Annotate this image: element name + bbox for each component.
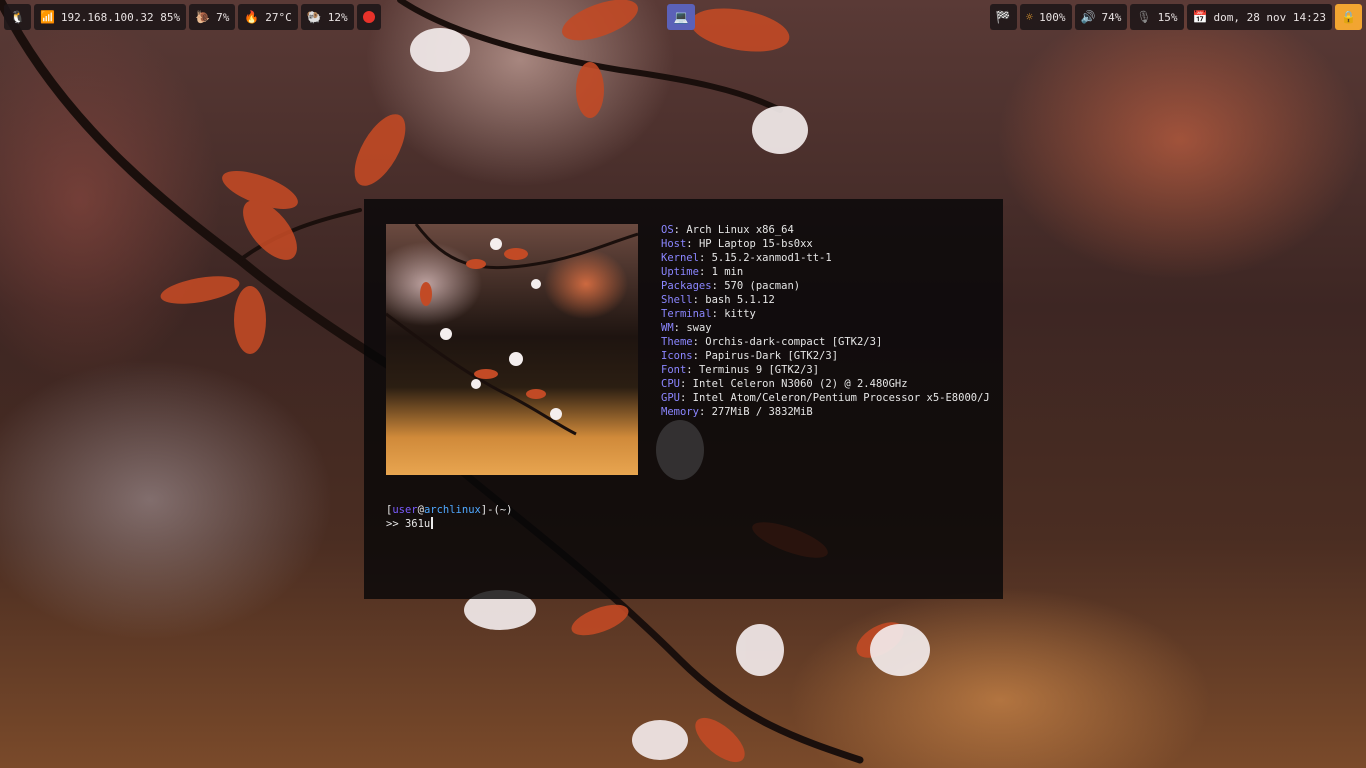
network-label: 192.168.100.32 85% <box>60 10 181 24</box>
text-cursor <box>431 517 434 529</box>
cpu-label: 7% <box>216 10 230 24</box>
cpu-icon: 🐌 <box>195 10 211 24</box>
blossom-thumbnail <box>386 224 638 436</box>
workspaces: 💻 <box>667 4 695 30</box>
sun-icon: ☼ <box>1025 10 1034 24</box>
prompt-user: user <box>392 504 418 516</box>
launcher-button[interactable]: 🐧 <box>4 4 31 30</box>
record-icon <box>362 11 375 23</box>
lock-icon: 🔒 <box>1341 10 1356 24</box>
info-font: Font: Terminus 9 [GTK2/3] <box>661 364 820 376</box>
command-input[interactable]: 361u <box>405 518 430 530</box>
top-bar-right: 🏁 ☼ 100% 🔊 74% 🎙 15% 📅 dom, 28 nov 14:23… <box>989 4 1362 30</box>
clock-label: dom, 28 nov 14:23 <box>1213 10 1327 24</box>
microphone-module[interactable]: 🎙 15% <box>1130 4 1184 30</box>
memory-label: 12% <box>327 10 348 24</box>
wifi-icon: 📶 <box>39 10 55 24</box>
memory-module[interactable]: 🐏 12% <box>300 4 354 30</box>
prompt-line: [user@archlinux]-(~) <box>386 504 513 516</box>
cpu-module[interactable]: 🐌 7% <box>189 4 236 30</box>
microphone-icon: 🎙 <box>1136 10 1152 24</box>
calendar-icon: 📅 <box>1192 10 1208 24</box>
info-terminal: Terminal: kitty <box>661 308 756 320</box>
info-memory: Memory: 277MiB / 3832MiB <box>661 406 813 418</box>
info-host: Host: HP Laptop 15-bs0xx <box>661 238 813 250</box>
clock-module[interactable]: 📅 dom, 28 nov 14:23 <box>1186 4 1333 30</box>
shell-prompt[interactable]: [user@archlinux]-(~) >> 361u <box>386 503 512 531</box>
volume-label: 74% <box>1101 10 1122 24</box>
flame-icon: 🔥 <box>244 10 260 24</box>
top-bar-left: 🐧 📶 192.168.100.32 85% 🐌 7% 🔥 27°C 🐏 12% <box>4 4 381 30</box>
network-module[interactable]: 📶 192.168.100.32 85% <box>33 4 187 30</box>
info-wm: WM: sway <box>661 322 712 334</box>
flag-icon: 🏁 <box>995 10 1011 24</box>
info-theme: Theme: Orchis-dark-compact [GTK2/3] <box>661 336 883 348</box>
laptop-icon: 💻 <box>673 10 689 24</box>
memory-icon: 🐏 <box>306 10 322 24</box>
terminal-window[interactable]: OS: Arch Linux x86_64 Host: HP Laptop 15… <box>364 199 1003 599</box>
system-info: OS: Arch Linux x86_64 Host: HP Laptop 15… <box>661 223 990 419</box>
info-shell: Shell: bash 5.1.12 <box>661 294 775 306</box>
brightness-label: 100% <box>1039 10 1066 24</box>
linux-penguin-icon: 🐧 <box>10 10 25 24</box>
speaker-icon: 🔊 <box>1080 10 1096 24</box>
idle-inhibitor-button[interactable]: 🏁 <box>989 4 1017 30</box>
info-os: OS: Arch Linux x86_64 <box>661 224 794 236</box>
volume-module[interactable]: 🔊 74% <box>1074 4 1128 30</box>
temperature-module[interactable]: 🔥 27°C <box>238 4 298 30</box>
info-packages: Packages: 570 (pacman) <box>661 280 801 292</box>
record-button[interactable] <box>356 4 381 30</box>
brightness-module[interactable]: ☼ 100% <box>1019 4 1072 30</box>
microphone-label: 15% <box>1157 10 1178 24</box>
temperature-label: 27°C <box>265 10 292 24</box>
lock-button[interactable]: 🔒 <box>1335 4 1362 30</box>
info-kernel: Kernel: 5.15.2-xanmod1-tt-1 <box>661 252 832 264</box>
neofetch-image <box>386 224 638 475</box>
info-cpu: CPU: Intel Celeron N3060 (2) @ 2.480GHz <box>661 378 908 390</box>
workspace-button[interactable]: 💻 <box>667 4 695 30</box>
info-gpu: GPU: Intel Atom/Celeron/Pentium Processo… <box>661 392 990 404</box>
prompt-host: archlinux <box>423 504 481 516</box>
command-line[interactable]: >> 361u <box>386 517 512 531</box>
info-icons: Icons: Papirus-Dark [GTK2/3] <box>661 350 839 362</box>
info-uptime: Uptime: 1 min <box>661 266 744 278</box>
